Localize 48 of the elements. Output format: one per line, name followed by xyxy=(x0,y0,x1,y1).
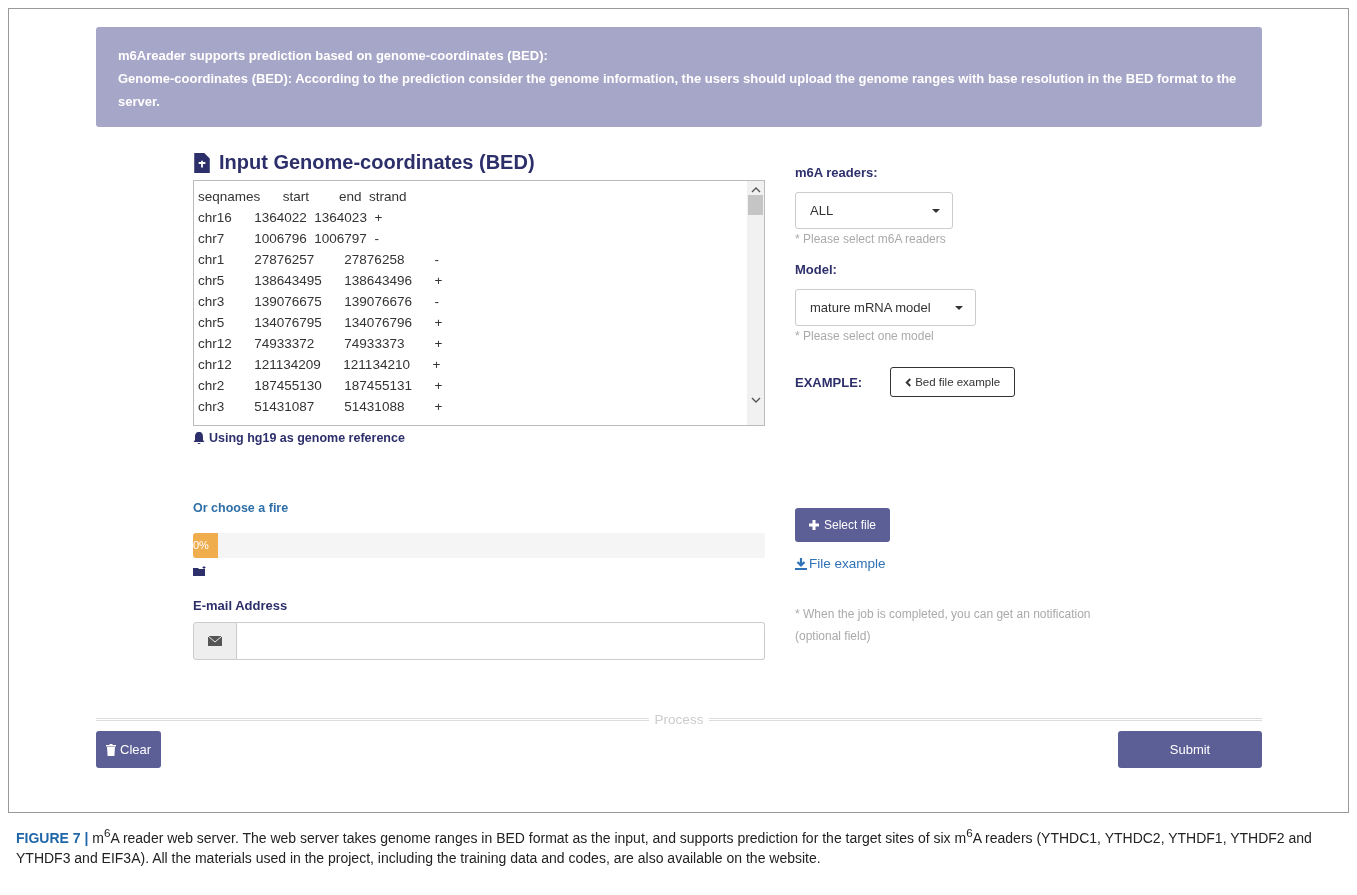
progress-fill: 0% xyxy=(193,533,218,558)
email-label: E-mail Address xyxy=(193,598,289,613)
section-heading: Input Genome-coordinates (BED) xyxy=(219,151,535,174)
bed-line: chr16 1364022 1364023 + xyxy=(198,209,384,227)
readers-hint: * Please select m6A readers xyxy=(795,232,947,246)
document-icon xyxy=(193,152,211,173)
example-label: EXAMPLE: xyxy=(795,374,863,390)
bed-line: chr12 121134209 121134210 + xyxy=(198,356,442,374)
figure-caption: FIGURE 7 | m$^{6}$A reader web server. The web server takes genome ranges in BED format as the input, and supports prediction for the target sites of six m$^{6}$A readers (YTHDC1, YTHDC2, YTHDF1, YTHDF2 and YTHDF3 and EIF3A). All the materials used in the project, including the training data and codes, are also available on the website. xyxy=(16,825,1313,868)
email-hint: * When the job is completed, you can get an notification (optional field) xyxy=(795,606,1092,645)
model-hint: * Please select one model xyxy=(795,329,935,343)
bell-icon xyxy=(193,432,205,444)
bed-line: chr5 138643495 138643496 + xyxy=(198,272,444,290)
envelope-icon xyxy=(208,636,222,646)
caret-icon xyxy=(954,305,963,310)
chevron-left-icon xyxy=(905,377,913,387)
bed-line: chr3 51431087 51431088 + xyxy=(198,398,444,416)
bed-line: chr5 134076795 134076796 + xyxy=(198,314,444,332)
clear-button[interactable]: Clear xyxy=(96,731,162,768)
banner-text: Genome-coordinates (BED): According to the prediction consider the genome information, the users should upload the genome ranges with base resolution in the BED format to the server. xyxy=(118,70,1238,111)
file-example-link[interactable]: File example xyxy=(795,556,1125,571)
caret-icon xyxy=(932,208,940,213)
bed-line: chr1 27876257 27876258 - xyxy=(198,251,440,269)
model-label: Model: xyxy=(795,262,838,277)
scrollbar[interactable] xyxy=(747,181,764,425)
bed-line: chr12 74933372 74933373 + xyxy=(198,335,444,353)
select-file-button[interactable]: Select file xyxy=(795,508,891,542)
bed-line: chr3 139076675 139076676 - xyxy=(198,293,440,311)
bed-line: chr2 187455130 187455131 + xyxy=(198,377,444,395)
trash-icon xyxy=(106,743,116,756)
banner-title: m6Areader supports prediction based on genome-coordinates (BED): xyxy=(118,47,549,65)
download-icon xyxy=(795,557,807,570)
submit-button[interactable]: Submit xyxy=(1118,731,1262,768)
bed-line: chr7 1006796 1006797 - xyxy=(198,230,380,248)
scroll-down-icon[interactable] xyxy=(750,397,761,403)
plus-icon xyxy=(809,520,819,530)
scroll-up-icon[interactable] xyxy=(750,187,761,193)
readers-label: m6A readers: xyxy=(795,165,879,180)
readers-dropdown[interactable]: ALL xyxy=(795,192,953,229)
bed-example-button[interactable]: Bed file example xyxy=(890,367,1016,397)
bed-text-area[interactable] xyxy=(193,180,765,426)
email-field[interactable] xyxy=(237,622,765,660)
model-dropdown[interactable]: mature mRNA model xyxy=(795,289,976,326)
scroll-thumb[interactable] xyxy=(748,195,763,215)
folder-icon xyxy=(193,566,207,576)
upload-label: Or choose a fire xyxy=(193,501,290,515)
bed-line: seqnames start end strand xyxy=(198,188,408,206)
genome-reference-note: Using hg19 as genome reference xyxy=(209,431,405,445)
